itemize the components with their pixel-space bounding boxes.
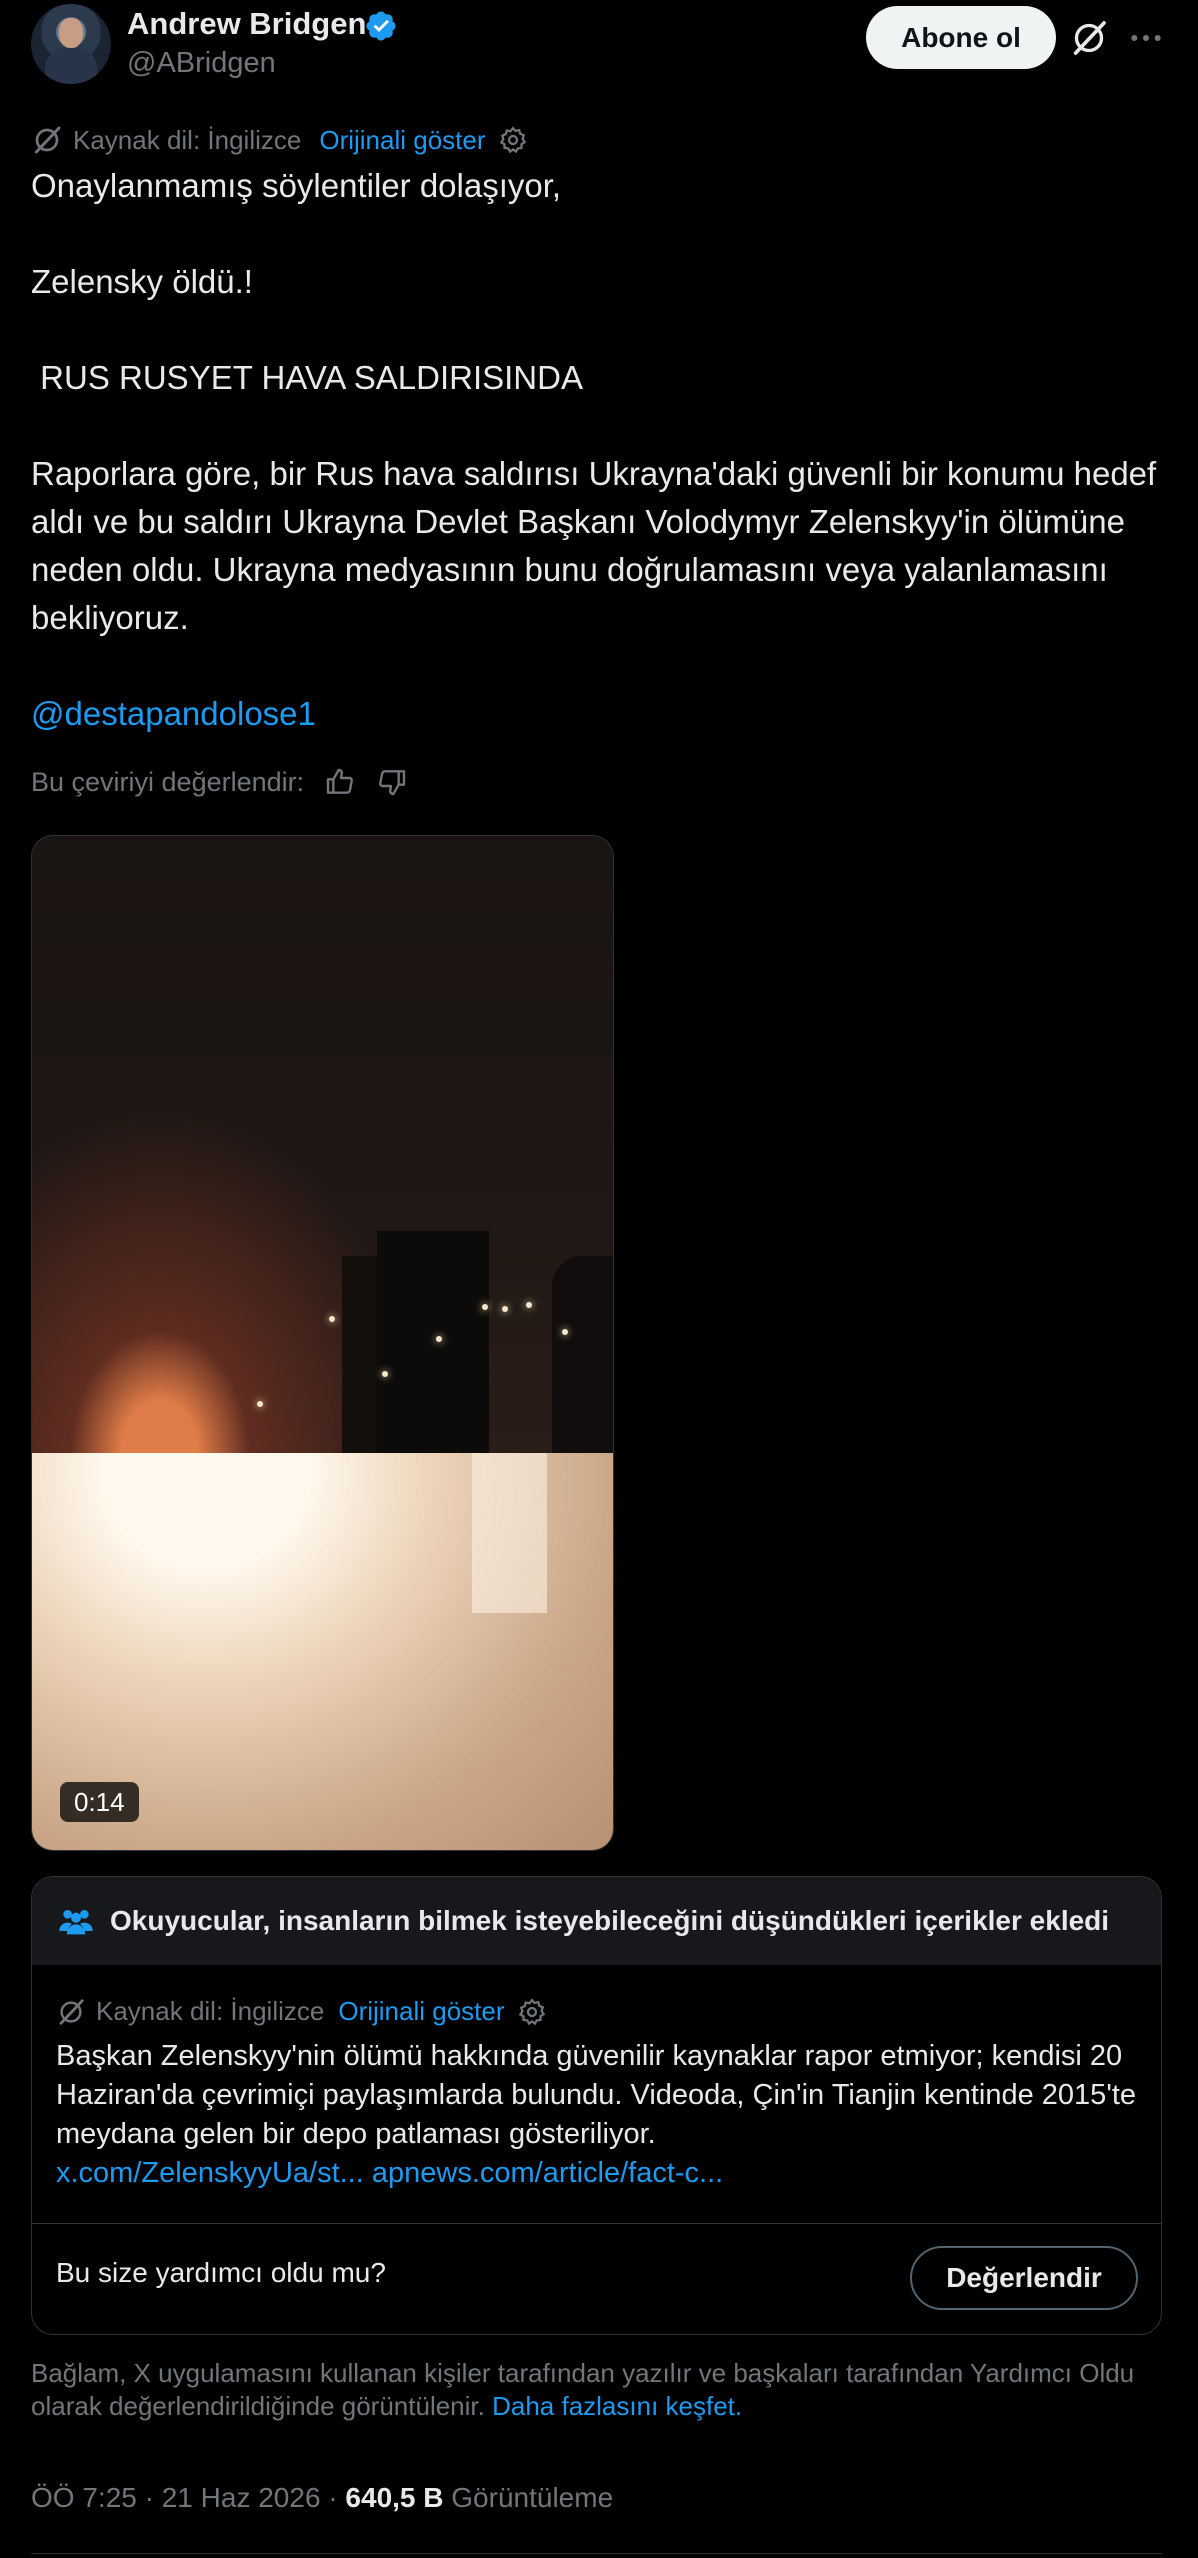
note-translation-info: Kaynak dil: İngilizce Orijinali göster (56, 1996, 547, 2027)
video-light (382, 1371, 388, 1377)
video-player[interactable]: 0:14 (31, 835, 614, 1851)
rate-translation: Bu çeviriyi değerlendir: (31, 766, 408, 798)
post-text-line-3: RUS RUSYET HAVA SALDIRISINDA (31, 359, 583, 396)
gear-icon[interactable] (517, 1997, 547, 2027)
post-meta: ÖÖ 7:25 · 21 Haz 2026 · 640,5 B Görüntül… (31, 2482, 614, 2513)
divider (32, 2223, 1161, 2224)
video-duration-badge: 0:14 (60, 1782, 139, 1822)
grok-translate-icon (34, 126, 61, 154)
context-disclaimer: Bağlam, X uygulamasını kullanan kişiler … (31, 2357, 1171, 2423)
video-light (436, 1336, 442, 1342)
video-light (329, 1316, 335, 1322)
view-label: Görüntüleme (451, 2482, 614, 2513)
video-building (342, 1256, 382, 1453)
post-time[interactable]: ÖÖ 7:25 (31, 2482, 137, 2513)
translation-source-label: Kaynak dil: İngilizce (73, 124, 302, 155)
helpful-question: Bu size yardımcı oldu mu? (56, 2257, 386, 2288)
community-note-text: Başkan Zelenskyy'nin ölümü hakkında güve… (56, 2040, 1137, 2150)
note-source-link-2[interactable]: apnews.com/article/fact-c... (372, 2157, 723, 2189)
post-date[interactable]: 21 Haz 2026 (162, 2482, 321, 2513)
community-note: Okuyucular, insanların bilmek isteyebile… (31, 1876, 1162, 2335)
community-note-header: Okuyucular, insanların bilmek isteyebile… (32, 1877, 1161, 1965)
people-icon (59, 1910, 93, 1935)
avatar-face (59, 18, 83, 48)
avatar-suit (45, 48, 97, 84)
grok-translate-icon (59, 1998, 84, 2025)
view-count: 640,5 B (345, 2482, 444, 2513)
post-text-line-2: Zelensky öldü.! (31, 263, 253, 300)
mention-link[interactable]: @destapandolose1 (31, 690, 1171, 738)
show-original-link[interactable]: Orijinali göster (319, 125, 485, 156)
post-text-paragraph: Raporlara göre, bir Rus hava saldırısı U… (31, 455, 1166, 636)
video-building (377, 1231, 489, 1453)
divider (31, 2553, 1162, 2554)
post-header: Andrew Bridgen @ABridgen Abone ol (0, 0, 1198, 100)
rate-note-button[interactable]: Değerlendir (910, 2246, 1138, 2310)
video-light (502, 1306, 508, 1312)
video-frame-night (32, 836, 613, 1453)
video-light (562, 1329, 568, 1335)
thumbs-up-icon[interactable] (324, 766, 356, 798)
post-text-line-1: Onaylanmamış söylentiler dolaşıyor, (31, 167, 562, 204)
video-light (257, 1401, 263, 1407)
thumbs-down-icon[interactable] (376, 766, 408, 798)
video-building (552, 1256, 613, 1453)
follow-button[interactable]: Abone ol (866, 6, 1056, 69)
translation-info: Kaynak dil: İngilizce Orijinali göster (31, 123, 528, 157)
learn-more-link[interactable]: Daha fazlasını keşfet. (492, 2391, 742, 2421)
video-light (482, 1304, 488, 1310)
author-handle[interactable]: @ABridgen (127, 47, 276, 80)
more-options-icon[interactable] (1126, 18, 1166, 58)
avatar[interactable] (31, 4, 111, 84)
grok-icon[interactable] (1069, 18, 1109, 58)
rate-translation-label: Bu çeviriyi değerlendir: (31, 766, 305, 797)
note-source-link-1[interactable]: x.com/ZelenskyyUa/st... (56, 2157, 364, 2189)
video-light (526, 1302, 532, 1308)
community-note-title: Okuyucular, insanların bilmek isteyebile… (110, 1905, 1110, 1936)
community-note-body: Başkan Zelenskyy'nin ölümü hakkında güve… (56, 2037, 1146, 2193)
verified-badge-icon (366, 11, 396, 41)
note-show-original-link[interactable]: Orijinali göster (338, 1996, 504, 2027)
author-name[interactable]: Andrew Bridgen (127, 6, 366, 42)
note-translation-source-label: Kaynak dil: İngilizce (96, 1996, 325, 2026)
video-window-glare (472, 1453, 547, 1613)
gear-icon[interactable] (498, 125, 528, 155)
